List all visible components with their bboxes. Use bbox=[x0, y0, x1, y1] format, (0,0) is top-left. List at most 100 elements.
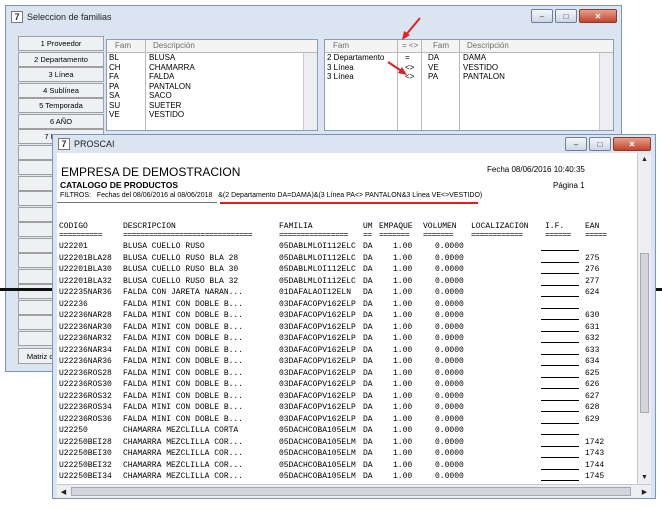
scroll-down-icon[interactable]: ▼ bbox=[638, 471, 651, 484]
filter-operator: = bbox=[405, 53, 410, 62]
family-level-button[interactable]: 3 Línea bbox=[18, 67, 104, 82]
item-description: CHAMARRA MEZCLILLA COR... bbox=[123, 472, 244, 481]
item-code: U22236NAR34 bbox=[59, 345, 112, 355]
filter-grid-row[interactable]: 2 Departamento = DA DAMA bbox=[325, 53, 613, 63]
family-code: VE bbox=[109, 110, 120, 119]
item-code: U22201 bbox=[59, 242, 88, 251]
family-level-button[interactable]: 2 Departamento bbox=[18, 51, 104, 67]
item-package: 1.00 bbox=[393, 449, 413, 458]
family-level-button[interactable]: 6 AÑO bbox=[18, 113, 104, 129]
family-grid-header-desc: Descripción bbox=[153, 41, 195, 50]
filter-grid-row[interactable]: 3 Línea <> PA PANTALON bbox=[325, 72, 613, 82]
item-package: 1.00 bbox=[393, 242, 413, 251]
family-grid-row[interactable]: SA SACO bbox=[107, 91, 317, 101]
report-row: U22201BLA28 BLUSA CUELLO RUSO BLA 28 05DAB… bbox=[57, 253, 637, 264]
family-grid-row[interactable]: BL BLUSA bbox=[107, 53, 317, 63]
if-blank-line bbox=[541, 261, 579, 263]
if-blank-line bbox=[541, 411, 579, 412]
item-unit: DA bbox=[363, 276, 373, 286]
report-row: U22235NAR36 FALDA CON JARETA NARAN... 01DA… bbox=[57, 287, 637, 298]
report-row: U22236NAR32 FALDA MINI CON DOBLE B... 03DA… bbox=[57, 333, 637, 344]
filter-grid-scrollbar[interactable] bbox=[599, 53, 613, 130]
item-volume: 0.0000 bbox=[435, 368, 464, 378]
family-level-button[interactable]: 4 Sublínea bbox=[18, 82, 104, 98]
proscai-close-button[interactable]: ✕ bbox=[613, 137, 651, 151]
report-page: EMPRESA DE DEMOSTRACION Fecha 08/06/2016… bbox=[57, 153, 637, 484]
item-description: BLUSA CUELLO RUSO BLA 28 bbox=[123, 253, 239, 263]
item-volume: 0.0000 bbox=[435, 472, 464, 481]
report-vertical-scrollbar[interactable]: ▲ ▼ bbox=[637, 153, 651, 484]
report-horizontal-scrollbar[interactable]: ◀ ▶ bbox=[57, 484, 651, 498]
family-grid-row[interactable]: PA PANTALON bbox=[107, 82, 317, 92]
item-family: 03DAFACOPV162ELP bbox=[279, 334, 356, 343]
item-volume: 0.0000 bbox=[435, 345, 464, 355]
if-blank-line bbox=[541, 319, 579, 320]
item-unit: DA bbox=[363, 426, 373, 435]
filter-grid-row[interactable]: 3 Línea <> VE VESTIDO bbox=[325, 63, 613, 73]
item-volume: 0.0000 bbox=[435, 253, 464, 263]
filter-description: VESTIDO bbox=[463, 62, 499, 72]
report-filters: FILTROS: Fechas del 08/06/2016 al 08/06/… bbox=[60, 192, 482, 199]
item-volume: 0.0000 bbox=[435, 299, 464, 309]
item-code: U22236NAR30 bbox=[59, 322, 112, 332]
family-grid-row[interactable]: VE VESTIDO bbox=[107, 110, 317, 120]
item-ean: 629 bbox=[585, 414, 600, 424]
family-level-button[interactable]: 5 Temporada bbox=[18, 98, 104, 113]
item-ean: 633 bbox=[585, 345, 600, 355]
scroll-up-icon[interactable]: ▲ bbox=[638, 153, 651, 166]
if-blank-line bbox=[541, 457, 579, 458]
item-volume: 0.0000 bbox=[435, 334, 464, 343]
item-description: FALDA MINI CON DOBLE B... bbox=[123, 403, 244, 412]
report-header-rule: ========== =============================… bbox=[59, 231, 607, 239]
if-blank-line bbox=[541, 342, 579, 343]
item-volume: 0.0000 bbox=[435, 426, 464, 435]
filter-code: PA bbox=[428, 72, 439, 81]
item-family: 05DACHCOBA105ELM bbox=[279, 449, 356, 458]
item-package: 1.00 bbox=[393, 288, 413, 297]
family-description: VESTIDO bbox=[149, 110, 185, 119]
family-grid-row[interactable]: SU SUETER bbox=[107, 101, 317, 111]
hscroll-thumb[interactable] bbox=[71, 487, 631, 496]
close-button[interactable]: ✕ bbox=[579, 9, 617, 23]
item-description: BLUSA CUELLO RUSO bbox=[123, 242, 205, 251]
item-family: 05DACHCOBA105ELM bbox=[279, 426, 356, 435]
item-volume: 0.0000 bbox=[435, 242, 464, 251]
family-grid-row[interactable]: CH CHAMARRA bbox=[107, 63, 317, 73]
item-description: BLUSA CUELLO RUSO BLA 32 bbox=[123, 276, 239, 286]
family-level-button[interactable]: 1 Proveedor bbox=[18, 36, 104, 51]
item-package: 1.00 bbox=[393, 460, 413, 470]
if-blank-line bbox=[541, 422, 579, 424]
minimize-button[interactable]: – bbox=[531, 9, 553, 23]
report-row: U22236NAR36 FALDA MINI CON DOBLE B... 03DA… bbox=[57, 356, 637, 367]
item-unit: DA bbox=[363, 311, 373, 320]
item-ean: 1742 bbox=[585, 437, 605, 447]
scroll-right-icon[interactable]: ▶ bbox=[638, 485, 651, 498]
item-unit: DA bbox=[363, 380, 373, 389]
filter-description: PANTALON bbox=[463, 72, 505, 81]
scroll-thumb[interactable] bbox=[640, 253, 649, 413]
family-grid-row[interactable]: FA FALDA bbox=[107, 72, 317, 82]
item-unit: DA bbox=[363, 403, 373, 412]
item-volume: 0.0000 bbox=[435, 391, 464, 401]
maximize-button[interactable]: □ bbox=[555, 9, 577, 23]
report-date: Fecha 08/06/2016 10:40:35 bbox=[487, 165, 585, 174]
item-unit: DA bbox=[363, 414, 373, 424]
item-volume: 0.0000 bbox=[435, 414, 464, 424]
item-unit: DA bbox=[363, 368, 373, 378]
scroll-left-icon[interactable]: ◀ bbox=[57, 485, 70, 498]
item-unit: DA bbox=[363, 288, 373, 297]
item-volume: 0.0000 bbox=[435, 437, 464, 447]
filter-level: 3 Línea bbox=[327, 72, 354, 81]
proscai-minimize-button[interactable]: – bbox=[565, 137, 587, 151]
if-blank-line bbox=[541, 365, 579, 366]
family-grid-scrollbar[interactable] bbox=[303, 53, 317, 130]
item-unit: DA bbox=[363, 334, 373, 343]
family-code: FA bbox=[109, 72, 119, 81]
family-code: SU bbox=[109, 100, 121, 110]
item-family: 03DAFACOPV162ELP bbox=[279, 391, 356, 401]
report-row: U22201 BLUSA CUELLO RUSO 05DABLMLOI112ELC D… bbox=[57, 241, 637, 252]
proscai-maximize-button[interactable]: □ bbox=[589, 137, 611, 151]
item-description: CHAMARRA MEZCLILLA COR... bbox=[123, 460, 244, 470]
item-unit: DA bbox=[363, 265, 373, 274]
report-row: U22201BLA30 BLUSA CUELLO RUSO BLA 30 05DAB… bbox=[57, 264, 637, 275]
